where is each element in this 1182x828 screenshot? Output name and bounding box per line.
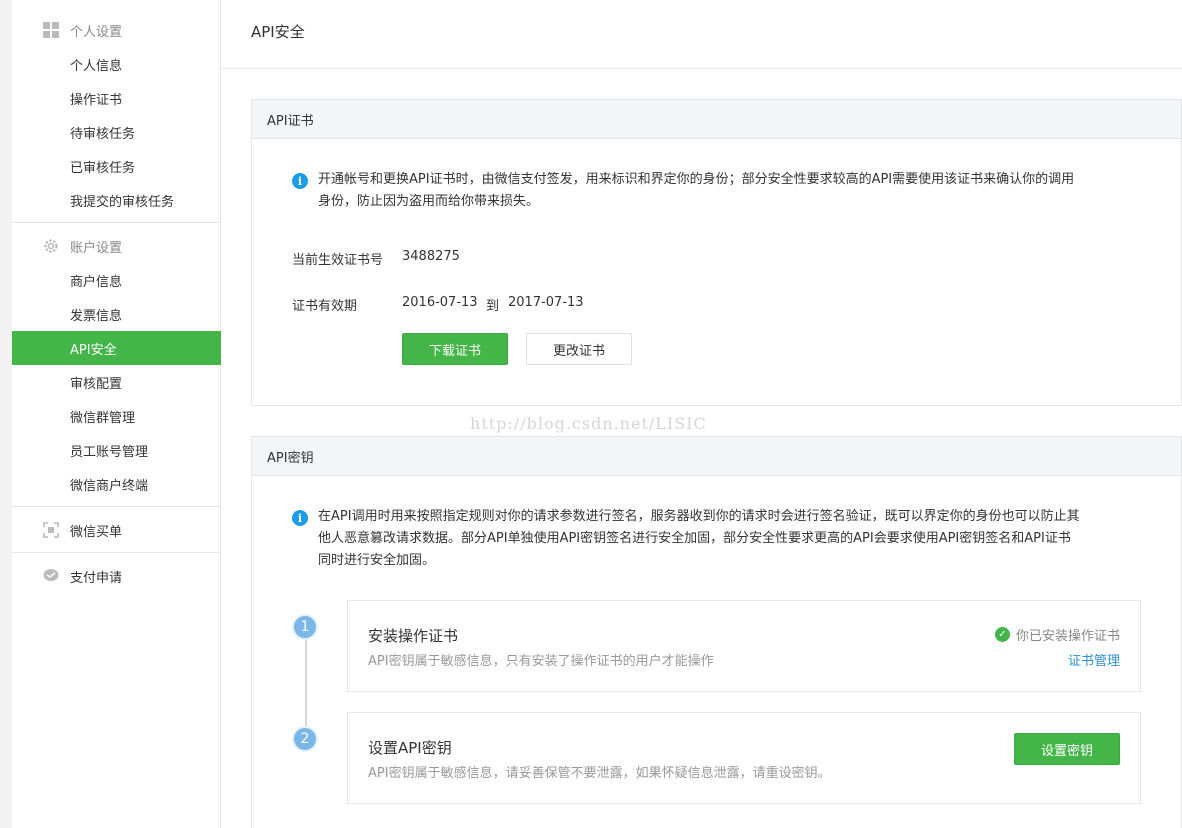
change-cert-button[interactable]: 更改证书	[526, 333, 632, 365]
watermark-text: http://blog.csdn.net/LISIC	[470, 414, 707, 433]
sidebar-group-payment-apply[interactable]: 支付申请	[12, 559, 221, 593]
sidebar-group-label: 支付申请	[70, 570, 123, 586]
key-info-text: 在API调用时用来按照指定规则对你的请求参数进行签名，服务器收到你的请求时会进行…	[318, 506, 1080, 572]
cert-valid-from: 2016-07-13	[402, 295, 478, 310]
sidebar-item-reviewed-tasks[interactable]: 已审核任务	[12, 149, 221, 183]
sidebar-item-wechat-group[interactable]: 微信群管理	[12, 399, 221, 433]
grid-icon	[43, 22, 59, 38]
step-number-badge: 2	[292, 726, 318, 752]
step-title: 安装操作证书	[368, 627, 459, 645]
cert-installed-text: 你已安装操作证书	[1015, 629, 1120, 644]
sidebar-group-label: 个人设置	[70, 24, 123, 40]
panel-title: API证书	[252, 100, 1181, 139]
sidebar-item-staff-accounts[interactable]: 员工账号管理	[12, 433, 221, 467]
sidebar-divider	[12, 552, 221, 553]
cert-serial-label: 当前生效证书号	[292, 253, 384, 268]
scan-icon	[43, 522, 59, 538]
sidebar-menu: 个人设置 个人信息 操作证书 待审核任务 已审核任务 我提交的审核任务 账户设置…	[12, 13, 221, 593]
left-edge-strip	[0, 0, 12, 828]
sidebar-item-pending-tasks[interactable]: 待审核任务	[12, 115, 221, 149]
sidebar-group-personal-settings[interactable]: 个人设置	[12, 13, 221, 47]
sidebar-item-invoice-info[interactable]: 发票信息	[12, 297, 221, 331]
key-info-line: 他人恶意篡改请求数据。部分API单独使用API密钥签名进行安全加固，部分安全性要…	[318, 531, 1071, 546]
key-info-line: 同时进行安全加固。	[318, 553, 436, 568]
sidebar-item-api-security[interactable]: API安全	[12, 331, 221, 365]
api-cert-panel: API证书	[251, 99, 1182, 406]
panel-title: API密钥	[252, 437, 1181, 476]
cert-valid-to-word: 到	[486, 299, 500, 314]
cert-serial-value: 3488275	[402, 249, 460, 264]
cert-installed-status: ✓ 你已安装操作证书	[994, 625, 1120, 644]
cert-info-text: 开通帐号和更换API证书时，由微信支付签发，用来标识和界定你的身份；部分安全性要…	[318, 169, 1074, 213]
step-title: 设置API密钥	[368, 739, 452, 757]
step-connector-line	[305, 640, 307, 738]
key-info-line: 在API调用时用来按照指定规则对你的请求参数进行签名，服务器收到你的请求时会进行…	[318, 509, 1080, 524]
cert-info-line: 开通帐号和更换API证书时，由微信支付签发，用来标识和界定你的身份；部分安全性要…	[318, 172, 1075, 187]
cert-management-link[interactable]: 证书管理	[1068, 650, 1120, 669]
sidebar-item-merchant-info[interactable]: 商户信息	[12, 263, 221, 297]
sidebar-divider	[12, 222, 221, 223]
cert-valid-to: 2017-07-13	[508, 295, 584, 310]
sidebar-item-my-submitted-tasks[interactable]: 我提交的审核任务	[12, 183, 221, 217]
sidebar-divider	[12, 506, 221, 507]
sidebar-group-label: 微信买单	[70, 524, 123, 540]
download-cert-button[interactable]: 下载证书	[402, 333, 508, 365]
page-title: API安全	[251, 23, 305, 41]
step-install-cert: 安装操作证书 API密钥属于敏感信息，只有安装了操作证书的用户才能操作 ✓ 你已…	[347, 600, 1141, 692]
step-description: API密钥属于敏感信息，只有安装了操作证书的用户才能操作	[368, 654, 714, 669]
set-key-button[interactable]: 设置密钥	[1014, 733, 1120, 765]
step-number-badge: 1	[292, 614, 318, 640]
sidebar-item-personal-info[interactable]: 个人信息	[12, 47, 221, 81]
step-description: API密钥属于敏感信息，请妥善保管不要泄露，如果怀疑信息泄露，请重设密钥。	[368, 766, 831, 781]
sidebar-group-account-settings[interactable]: 账户设置	[12, 229, 221, 263]
page-header: API安全	[221, 0, 1182, 69]
sidebar-group-wechat-pay-bill[interactable]: 微信买单	[12, 513, 221, 547]
gear-icon	[43, 238, 59, 254]
sidebar-group-label: 账户设置	[70, 240, 123, 256]
chat-bubble-icon	[43, 568, 59, 584]
cert-info-line: 身份，防止因为盗用而给你带来损失。	[318, 194, 540, 209]
sidebar-item-merchant-terminal[interactable]: 微信商户终端	[12, 467, 221, 501]
sidebar-item-review-config[interactable]: 审核配置	[12, 365, 221, 399]
info-icon: i	[292, 173, 308, 189]
sidebar-item-operation-cert[interactable]: 操作证书	[12, 81, 221, 115]
check-circle-icon: ✓	[994, 627, 1010, 642]
cert-validity-label: 证书有效期	[292, 299, 358, 314]
info-icon: i	[292, 510, 308, 526]
